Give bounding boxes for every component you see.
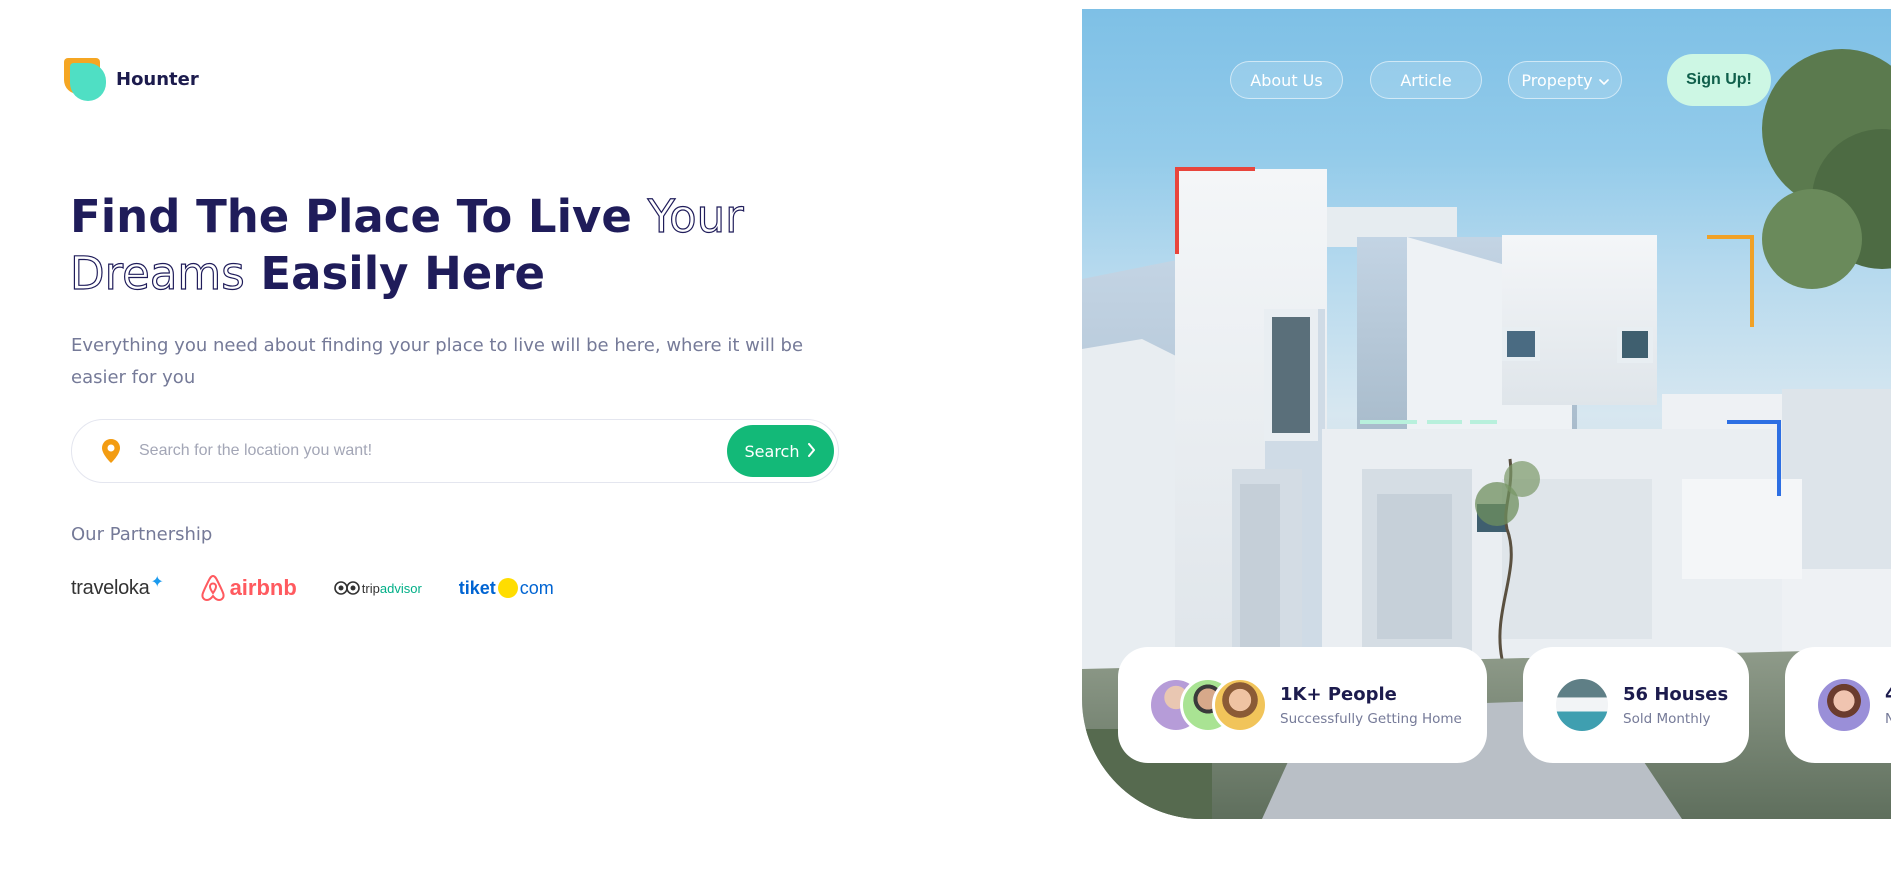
search-bar: Search — [71, 419, 839, 483]
airbnb-icon — [200, 574, 225, 602]
traveloka-logo: traveloka ✦ — [71, 573, 164, 599]
stat-subtitle: N — [1885, 710, 1891, 727]
hero-subtitle: Everything you need about finding your p… — [71, 335, 804, 388]
stat-card-houses: 56 Houses Sold Monthly — [1523, 647, 1749, 763]
hero-title-outline-your: Your — [647, 189, 744, 243]
stat-subtitle: Sold Monthly — [1623, 710, 1711, 727]
avatar-group — [1815, 676, 1873, 734]
avatar-group — [1148, 677, 1268, 733]
hero-house-image: About Us Article Propepty Sign Up! 1K+ P… — [1082, 9, 1891, 819]
stat-title: 1K+ People — [1280, 683, 1397, 705]
search-input[interactable] — [139, 442, 727, 460]
search-button[interactable]: Search — [727, 425, 834, 477]
stat-card-partial: 4 N — [1785, 647, 1891, 763]
avatar — [1212, 677, 1268, 733]
bird-icon: ✦ — [150, 573, 164, 591]
stat-title: 56 Houses — [1623, 683, 1729, 705]
hero-title-part2: Easily Here — [244, 247, 546, 300]
stat-title: 4 — [1885, 684, 1891, 705]
nav-property-dropdown[interactable]: Propepty — [1508, 61, 1622, 99]
nav-article[interactable]: Article — [1370, 61, 1482, 99]
chevron-right-icon — [807, 442, 816, 461]
hero-title: Find The Place To Live Your Dreams Easily… — [69, 188, 790, 302]
airbnb-logo: airbnb — [200, 574, 297, 602]
nav-about-us[interactable]: About Us — [1230, 61, 1343, 99]
owl-icon — [333, 581, 360, 595]
tiket-logo: tiket com — [458, 577, 554, 598]
yellow-dot-icon — [497, 578, 518, 598]
stat-subtitle: Successfully Getting Home — [1280, 710, 1462, 727]
hero-title-outline-dreams: Dreams — [69, 246, 245, 300]
chevron-down-icon — [1598, 71, 1609, 90]
stat-card-people: 1K+ People Successfully Getting Home — [1118, 647, 1487, 763]
brand-name: Hounter — [116, 68, 199, 90]
house-avatar — [1553, 676, 1611, 734]
avatar — [1815, 676, 1873, 734]
partnership-title: Our Partnership — [71, 524, 213, 545]
search-button-label: Search — [744, 441, 800, 461]
house-thumbnail — [1553, 676, 1611, 734]
signup-button[interactable]: Sign Up! — [1667, 54, 1771, 106]
hero-title-part1: Find The Place To Live — [70, 190, 648, 243]
brand-logo[interactable]: Hounter — [64, 58, 199, 101]
tripadvisor-logo: tripadvisor — [333, 580, 422, 596]
location-pin-icon — [99, 437, 123, 465]
partner-logos: traveloka ✦ airbnb tripadvisor tiket com — [71, 574, 554, 602]
logo-icon — [64, 58, 106, 101]
